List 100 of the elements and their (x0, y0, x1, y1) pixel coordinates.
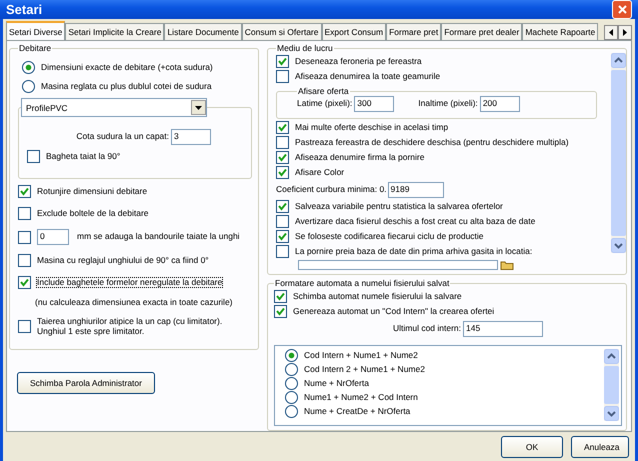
scrollbar[interactable] (604, 349, 619, 421)
radio-label[interactable]: Cod Intern + Nume1 + Nume2 (304, 350, 418, 360)
checkbox[interactable] (274, 290, 287, 303)
checkbox-label[interactable]: Pastreaza fereastra de deschidere deschisa (pentru deschidere multipla) (295, 138, 569, 148)
tab[interactable]: Machete Rapoarte (522, 23, 598, 40)
tab[interactable]: Setari Implicite la Creare (65, 23, 164, 40)
scroll-up-icon (604, 349, 619, 364)
radio-button[interactable] (285, 363, 298, 376)
field-label: Latime (pixeli): (297, 99, 352, 109)
checkbox-label[interactable]: Mai multe oferte deschise in acelasi timp (295, 122, 448, 132)
input-field[interactable]: 0 (37, 229, 69, 245)
radio-button[interactable] (22, 80, 35, 93)
cancel-button[interactable]: Anuleaza (571, 436, 629, 458)
field-label: Ultimul cod intern: (392, 324, 462, 334)
checkbox[interactable] (276, 121, 289, 134)
scroll-down-icon (604, 406, 619, 421)
close-icon (618, 5, 626, 14)
group-title: Debitare (18, 43, 52, 53)
input-field[interactable] (298, 260, 498, 270)
checkbox[interactable] (276, 200, 289, 213)
tab[interactable]: Consum si Ofertare (242, 23, 322, 40)
group-title: Formatare automata a numelui fisierului salvat (274, 278, 450, 288)
input-field[interactable]: 3 (171, 129, 211, 145)
field-label: Coeficient curbura minima: 0. (276, 185, 387, 195)
checkbox[interactable] (276, 230, 289, 243)
checkbox-label[interactable]: La pornire preia baza de date din prima arhiva gasita in locatia: (295, 246, 532, 256)
scroll-left-button[interactable] (604, 25, 618, 40)
right-arrow-icon (622, 29, 628, 36)
field-label: Inaltime (pixeli): (418, 99, 478, 109)
scroll-down-icon (611, 238, 626, 253)
checkmark-icon (278, 202, 287, 211)
radio-label[interactable]: Nume + NrOferta (304, 378, 369, 388)
scroll-right-button[interactable] (618, 25, 632, 40)
checkbox[interactable] (276, 151, 289, 164)
note-text: (nu calculeaza dimensiunea exacta in toate cazurile) (35, 298, 233, 308)
radio-button[interactable] (285, 391, 298, 404)
checkbox-label[interactable]: Salveaza variabile pentru statistica la salvarea ofertelor (295, 202, 503, 212)
tab[interactable]: Setari Diverse (6, 21, 66, 40)
checkmark-icon (278, 57, 287, 66)
checkmark-icon (278, 123, 287, 132)
field-label: Cota sudura la un capat: (76, 132, 169, 142)
checkbox-label[interactable]: Avertizare daca fisierul deschis a fost creat cu alta baza de date (295, 216, 536, 226)
checkbox-label[interactable]: Afiseaza denumirea la toate geamurile (295, 72, 440, 82)
checkbox[interactable] (276, 215, 289, 228)
checkbox[interactable] (27, 150, 40, 163)
checkbox-label[interactable]: Genereaza automat un "Cod Intern" la crearea ofertei (293, 306, 494, 316)
radio-label[interactable]: Masina reglata cu plus dublul cotei de sudura (41, 82, 212, 92)
group-title: Afisare oferta (297, 86, 350, 96)
input-field[interactable]: 300 (354, 96, 394, 112)
checkbox-label[interactable]: Afiseaza denumire firma la pornire (295, 152, 424, 162)
checkbox-label[interactable]: Include baghetele formelor neregulate la debitare (37, 278, 222, 288)
tab[interactable]: Export Consum (322, 23, 386, 40)
checkbox[interactable] (18, 254, 31, 267)
checkmark-icon (278, 232, 287, 241)
checkbox-label[interactable]: Bagheta taiat la 90° (46, 152, 120, 162)
tab[interactable]: Formare pret (386, 23, 442, 40)
checkbox[interactable] (18, 320, 31, 334)
input-field[interactable]: 145 (463, 321, 544, 337)
tab[interactable]: Formare pret dealer (441, 23, 522, 40)
admin-password-button[interactable]: Schimba Parola Administrator (17, 372, 155, 394)
checkbox-label[interactable]: Deseneaza feroneria pe fereastra (295, 56, 422, 66)
input-field[interactable]: 9189 (388, 182, 444, 198)
radio-label[interactable]: Dimensiuni exacte de debitare (+cota sudura) (41, 62, 213, 72)
checkbox-label[interactable]: Rotunjire dimensiuni debitare (37, 186, 148, 196)
checkbox-label[interactable]: Se foloseste codificarea fiecarui ciclu de productie (295, 232, 484, 242)
checkmark-icon (20, 187, 29, 196)
checkbox[interactable] (18, 276, 31, 289)
folder-icon (500, 260, 514, 270)
dropdown-value: ProfilePVC (26, 102, 68, 112)
radio-button[interactable] (285, 377, 298, 390)
scrollbar[interactable] (611, 53, 626, 253)
ok-button[interactable]: OK (501, 436, 563, 458)
close-button[interactable] (612, 0, 632, 19)
radio-button[interactable] (22, 61, 35, 74)
dropdown[interactable]: ProfilePVC (21, 98, 207, 117)
radio-button[interactable] (285, 405, 298, 418)
window-title: Setari (6, 2, 42, 17)
checkbox[interactable] (18, 230, 31, 244)
radio-label[interactable]: Cod Intern 2 + Nume1 + Nume2 (304, 364, 425, 374)
radio-label[interactable]: Nume1 + Nume2 + Cod Intern (304, 392, 418, 402)
checkbox[interactable] (276, 166, 289, 179)
left-arrow-icon (608, 29, 614, 36)
checkbox[interactable] (276, 136, 289, 149)
checkbox-label[interactable]: Masina cu reglajul unghiului de 90° ca fiind 0° (37, 256, 209, 266)
checkbox-label[interactable]: Taierea unghiurilor atipice la un cap (cu limitator). Unghiul 1 este spre limitator. (37, 316, 252, 336)
checkbox[interactable] (276, 245, 289, 258)
checkbox-label[interactable]: Exclude boltele de la debitare (37, 208, 149, 218)
checkbox[interactable] (274, 305, 287, 318)
scroll-up-icon (611, 53, 626, 68)
radio-button[interactable] (285, 349, 298, 362)
checkbox-label[interactable]: Schimba automat numele fisierului la salvare (293, 292, 462, 302)
checkbox[interactable] (276, 55, 289, 68)
input-field[interactable]: 200 (480, 96, 520, 112)
radio-label[interactable]: Nume + CreatDe + NrOferta (304, 406, 410, 416)
checkbox-label[interactable]: Afisare Color (295, 168, 344, 178)
tab[interactable]: Listare Documente (164, 23, 242, 40)
checkmark-icon (20, 278, 29, 287)
checkbox[interactable] (276, 70, 289, 83)
checkbox[interactable] (18, 207, 31, 220)
checkbox[interactable] (18, 185, 31, 198)
